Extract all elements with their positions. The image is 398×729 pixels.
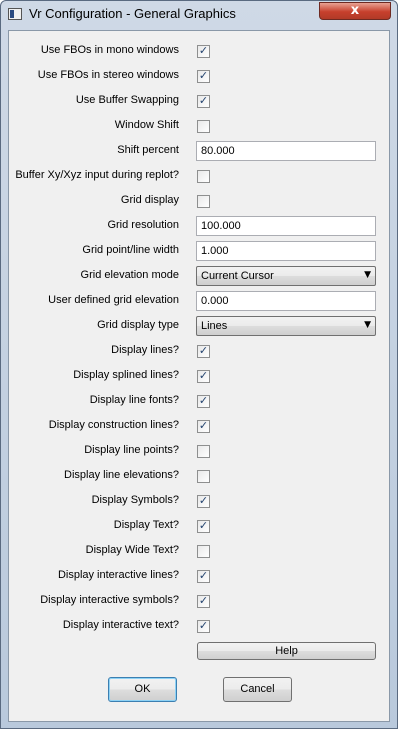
grid-display-type-select[interactable]: Lines ▼ [196,316,376,336]
setting-label: Display interactive lines? [57,569,179,581]
use-buffer-swapping-checkbox[interactable]: ✓ [197,94,210,108]
setting-label: User defined grid elevation [48,294,179,306]
setting-row-grid-elevation-mode: Grid elevation mode Current Cursor ▼ [9,264,391,289]
setting-label: Use Buffer Swapping [75,94,179,106]
setting-row-buffer-xy-xyz-input-during-replot: Buffer Xy/Xyz input during replot? [9,164,391,189]
user-defined-grid-elevation-input[interactable]: 0.000 [196,291,376,311]
setting-label: Buffer Xy/Xyz input during replot? [15,169,179,181]
setting-row-display-lines: Display lines? ✓ [9,339,391,364]
setting-label: Display line points? [84,444,179,456]
checkmark-icon: ✓ [198,94,209,107]
settings-panel: Use FBOs in mono windows ✓ Use FBOs in ste… [8,30,390,722]
setting-label: Grid resolution [107,219,179,231]
use-fbos-in-mono-windows-checkbox[interactable]: ✓ [197,44,210,58]
dialog-window: Vr Configuration - General Graphics x Us… [0,0,398,729]
setting-label: Display Wide Text? [85,544,179,556]
setting-label: Use FBOs in stereo windows [37,69,179,81]
setting-label: Display Symbols? [91,494,179,506]
checkmark-icon: ✓ [198,494,209,507]
checkmark-icon: ✓ [198,569,209,582]
window-icon [8,8,22,20]
display-symbols-checkbox[interactable]: ✓ [197,494,210,508]
setting-label: Display lines? [111,344,179,356]
checkmark-icon: ✓ [198,619,209,632]
display-splined-lines-checkbox[interactable]: ✓ [197,369,210,383]
checkmark-icon: ✓ [198,394,209,407]
setting-label: Display interactive text? [62,619,179,631]
chevron-down-icon: ▼ [364,270,371,280]
setting-row-use-fbos-in-stereo-windows: Use FBOs in stereo windows ✓ [9,64,391,89]
setting-label: Grid display [120,194,179,206]
close-icon: x [350,3,360,18]
checkmark-icon: ✓ [198,594,209,607]
close-button[interactable]: x [319,2,391,20]
setting-row-display-interactive-text: Display interactive text? ✓ [9,614,391,639]
setting-label: Display interactive symbols? [40,594,179,606]
grid-resolution-input[interactable]: 100.000 [196,216,376,236]
setting-row-use-buffer-swapping: Use Buffer Swapping ✓ [9,89,391,114]
setting-row-window-shift: Window Shift [9,114,391,139]
display-interactive-symbols-checkbox[interactable]: ✓ [197,594,210,608]
select-value: Current Cursor [201,270,274,282]
setting-row-display-interactive-lines: Display interactive lines? ✓ [9,564,391,589]
setting-label: Shift percent [117,144,179,156]
display-text-checkbox[interactable]: ✓ [197,519,210,533]
window-title: Vr Configuration - General Graphics [29,6,236,21]
setting-label: Grid elevation mode [80,269,179,281]
setting-row-grid-point-line-width: Grid point/line width 1.000 [9,239,391,264]
setting-label: Grid point/line width [82,244,179,256]
setting-row-shift-percent: Shift percent 80.000 [9,139,391,164]
grid-display-checkbox[interactable] [197,195,210,208]
window-shift-checkbox[interactable] [197,120,210,133]
setting-label: Display line fonts? [89,394,179,406]
setting-row-display-line-points: Display line points? [9,439,391,464]
grid-elevation-mode-select[interactable]: Current Cursor ▼ [196,266,376,286]
setting-label: Display line elevations? [64,469,179,481]
setting-row-display-text: Display Text? ✓ [9,514,391,539]
grid-point-line-width-input[interactable]: 1.000 [196,241,376,261]
help-button[interactable]: Help [197,642,376,660]
setting-row-display-construction-lines: Display construction lines? ✓ [9,414,391,439]
shift-percent-input[interactable]: 80.000 [196,141,376,161]
setting-row-use-fbos-in-mono-windows: Use FBOs in mono windows ✓ [9,39,391,64]
setting-row-display-line-fonts: Display line fonts? ✓ [9,389,391,414]
checkmark-icon: ✓ [198,419,209,432]
cancel-button[interactable]: Cancel [223,677,292,702]
setting-label: Display construction lines? [48,419,179,431]
setting-label: Display splined lines? [73,369,179,381]
display-interactive-text-checkbox[interactable]: ✓ [197,619,210,633]
display-line-points-checkbox[interactable] [197,445,210,458]
buffer-xy-xyz-input-during-replot-checkbox[interactable] [197,170,210,183]
setting-label: Use FBOs in mono windows [40,44,179,56]
display-construction-lines-checkbox[interactable]: ✓ [197,419,210,433]
setting-row-user-defined-grid-elevation: User defined grid elevation 0.000 [9,289,391,314]
chevron-down-icon: ▼ [364,320,371,330]
setting-row-display-wide-text: Display Wide Text? [9,539,391,564]
checkmark-icon: ✓ [198,44,209,57]
select-value: Lines [201,320,228,332]
display-line-fonts-checkbox[interactable]: ✓ [197,394,210,408]
setting-label: Display Text? [113,519,179,531]
setting-row-display-symbols: Display Symbols? ✓ [9,489,391,514]
setting-row-grid-display: Grid display [9,189,391,214]
title-bar[interactable]: Vr Configuration - General Graphics x [1,1,397,29]
setting-row-display-interactive-symbols: Display interactive symbols? ✓ [9,589,391,614]
setting-row-display-splined-lines: Display splined lines? ✓ [9,364,391,389]
setting-row-display-line-elevations: Display line elevations? [9,464,391,489]
setting-row-grid-display-type: Grid display type Lines ▼ [9,314,391,339]
display-interactive-lines-checkbox[interactable]: ✓ [197,569,210,583]
display-wide-text-checkbox[interactable] [197,545,210,558]
ok-button[interactable]: OK [108,677,177,702]
use-fbos-in-stereo-windows-checkbox[interactable]: ✓ [197,69,210,83]
checkmark-icon: ✓ [198,344,209,357]
display-line-elevations-checkbox[interactable] [197,470,210,483]
setting-label: Window Shift [114,119,179,131]
checkmark-icon: ✓ [198,369,209,382]
display-lines-checkbox[interactable]: ✓ [197,344,210,358]
checkmark-icon: ✓ [198,69,209,82]
setting-label: Grid display type [97,319,179,331]
checkmark-icon: ✓ [198,519,209,532]
setting-row-grid-resolution: Grid resolution 100.000 [9,214,391,239]
